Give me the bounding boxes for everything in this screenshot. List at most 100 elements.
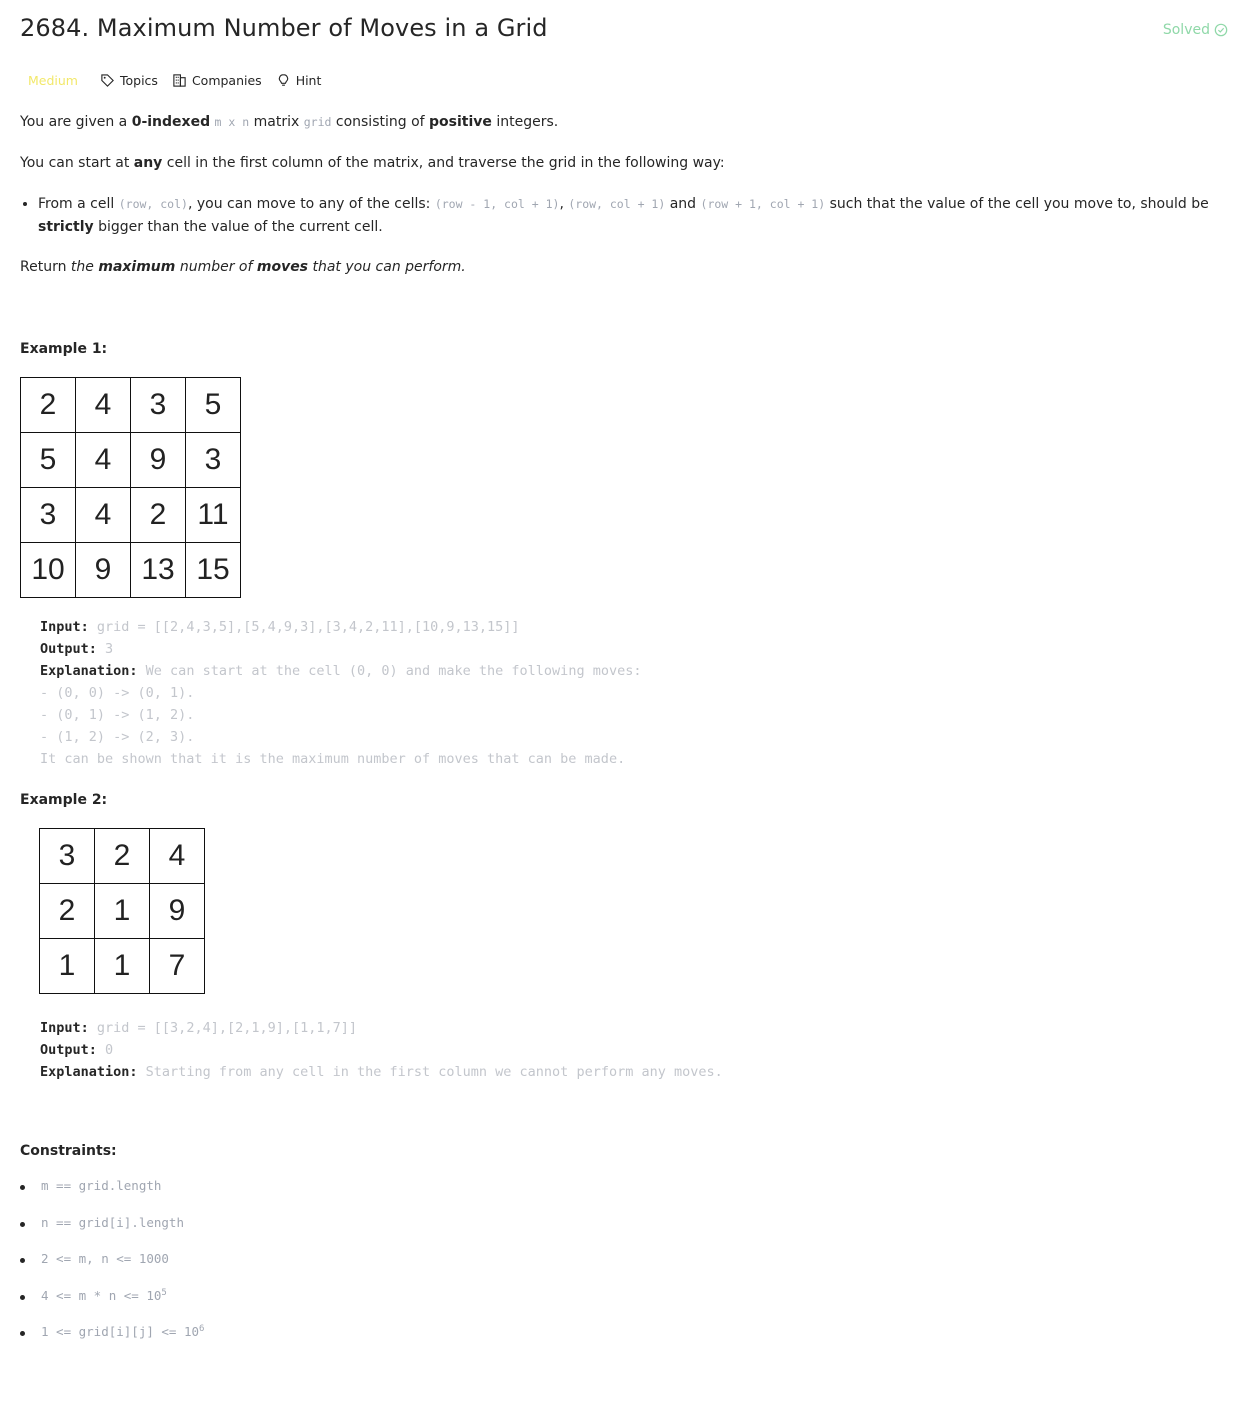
grid-cell: 5 — [185, 377, 241, 433]
grid-cell: 3 — [39, 828, 95, 884]
example-1-grid-image: 2 4 3 5 5 4 9 3 3 4 2 11 10 9 13 15 — [20, 377, 241, 598]
input-label: Input: — [40, 1020, 89, 1036]
bullet-dot — [20, 1185, 25, 1190]
explanation-label: Explanation: — [40, 1064, 138, 1080]
tags-row: Medium Topics Companies Hint — [20, 68, 321, 92]
output-value: 0 — [96, 1042, 114, 1058]
code-inline: grid — [303, 115, 332, 129]
grid-cell: 2 — [39, 883, 95, 939]
tag-icon — [101, 73, 114, 87]
grid-cell: 3 — [130, 377, 186, 433]
text: consisting of — [331, 114, 430, 130]
text: such that the value of the cell you move… — [825, 196, 1209, 212]
text-italic: the — [70, 259, 99, 275]
grid-cell: 15 — [185, 542, 241, 598]
grid-cell: 9 — [75, 542, 131, 598]
grid-row: 10 9 13 15 — [20, 542, 241, 598]
explanation-line: - (0, 0) -> (0, 1). — [40, 685, 195, 701]
grid-row: 2435 — [20, 377, 241, 433]
hint-button[interactable]: Hint — [276, 72, 322, 88]
text: , — [559, 196, 569, 212]
description-paragraph-3: Return the maximum number of moves that … — [20, 256, 1210, 279]
constraint-code: 4 <= m * n <= 105 — [41, 1288, 167, 1303]
grid-row: 117 — [39, 938, 205, 994]
output-label: Output: — [40, 641, 97, 657]
constraint-item: n == grid[i].length — [20, 1215, 204, 1252]
constraint-item: 4 <= m * n <= 105 — [20, 1288, 204, 1325]
text: matrix — [249, 114, 304, 130]
explanation-value: We can start at the cell (0, 0) and make… — [137, 663, 642, 679]
grid-row: 3 4 2 11 — [20, 487, 241, 543]
hint-label: Hint — [295, 72, 322, 88]
explanation-line: - (0, 1) -> (1, 2). — [40, 707, 195, 723]
explanation-line: - (1, 2) -> (2, 3). — [40, 729, 195, 745]
grid-row: 5493 — [20, 432, 241, 488]
grid-cell: 9 — [130, 432, 186, 488]
constraint-code: n == grid[i].length — [41, 1214, 184, 1230]
description-paragraph-1: You are given a 0-indexed m x n matrix g… — [20, 111, 1210, 134]
grid-row: 219 — [39, 883, 205, 939]
explanation-line: It can be shown that it is the maximum n… — [40, 751, 626, 767]
text-italic: number of — [175, 259, 257, 275]
grid-cell: 1 — [39, 938, 95, 994]
code-inline: (row, col + 1) — [568, 197, 666, 211]
grid-cell: 1 — [94, 938, 150, 994]
constraint-code: 1 <= grid[i][j] <= 106 — [41, 1324, 204, 1339]
grid-cell: 2 — [20, 377, 76, 433]
grid-cell: 4 — [75, 432, 131, 488]
topics-button[interactable]: Topics — [100, 73, 158, 88]
text: and — [665, 196, 701, 212]
example-1-block: Input: grid = [[2,4,3,5],[5,4,9,3],[3,4,… — [40, 616, 641, 770]
text: integers. — [491, 114, 559, 130]
code-inline: m x n — [214, 115, 250, 129]
text: You are given a — [20, 114, 132, 130]
building-icon — [173, 73, 186, 87]
text-bold: maximum — [98, 259, 176, 275]
grid-cell: 11 — [185, 487, 241, 543]
grid-cell: 10 — [20, 542, 76, 598]
output-label: Output: — [40, 1042, 97, 1058]
text: cell in the first column of the matrix, … — [162, 155, 725, 171]
lightbulb-icon — [278, 73, 288, 86]
text: bigger than the value of the current cel… — [93, 219, 383, 235]
solved-label: Solved — [1162, 22, 1210, 38]
text-bold: strictly — [38, 219, 94, 235]
bullet-dot — [20, 1221, 25, 1227]
companies-button[interactable]: Companies — [172, 73, 262, 88]
companies-label: Companies — [191, 72, 262, 88]
input-value: grid = [[3,2,4],[2,1,9],[1,1,7]] — [88, 1020, 357, 1036]
code-inline: (row + 1, col + 1) — [700, 197, 826, 211]
constraint-code: m == grid.length — [41, 1178, 162, 1193]
text-bold: any — [133, 155, 163, 171]
example-2-grid-image: 324219117 — [39, 828, 205, 994]
problem-title: 2684. Maximum Number of Moves in a Grid — [20, 14, 548, 42]
constraint-text: 1 <= grid[i][j] <= 10 — [41, 1324, 200, 1340]
constraints-label: Constraints: — [20, 1143, 117, 1159]
example-2-label: Example 2: — [20, 792, 108, 808]
grid-cell: 1 — [94, 883, 150, 939]
text: , you can move to any of the cells: — [187, 196, 435, 212]
grid-cell: 7 — [149, 938, 205, 994]
difficulty-badge[interactable]: Medium — [20, 73, 86, 88]
grid-cell: 3 — [185, 432, 241, 488]
example-2-block: Input: grid = [[3,2,4],[2,1,9],[1,1,7]] … — [40, 1017, 723, 1083]
grid-row: 324 — [39, 828, 205, 884]
text-bold: 0-indexed — [131, 114, 211, 130]
check-circle-icon — [1214, 23, 1228, 37]
constraint-item: m == grid.length — [20, 1178, 204, 1215]
grid-cell: 13 — [130, 542, 186, 598]
solved-status: Solved — [1163, 22, 1228, 38]
text: From a cell — [38, 196, 119, 212]
constraints-list: m == grid.length n == grid[i].length 2 <… — [20, 1178, 204, 1361]
text-italic: that you can perform. — [308, 259, 466, 275]
grid-cell: 4 — [75, 487, 131, 543]
grid-cell: 2 — [130, 487, 186, 543]
bullet-dot — [20, 1331, 25, 1336]
explanation-label: Explanation: — [40, 663, 138, 679]
bullet-item: From a cell (row, col), you can move to … — [38, 193, 1210, 239]
example-1-label: Example 1: — [20, 341, 108, 357]
superscript: 5 — [161, 1287, 167, 1298]
text: You can start at — [20, 155, 134, 171]
input-label: Input: — [40, 619, 89, 635]
constraint-code: 2 <= m, n <= 1000 — [41, 1251, 169, 1266]
